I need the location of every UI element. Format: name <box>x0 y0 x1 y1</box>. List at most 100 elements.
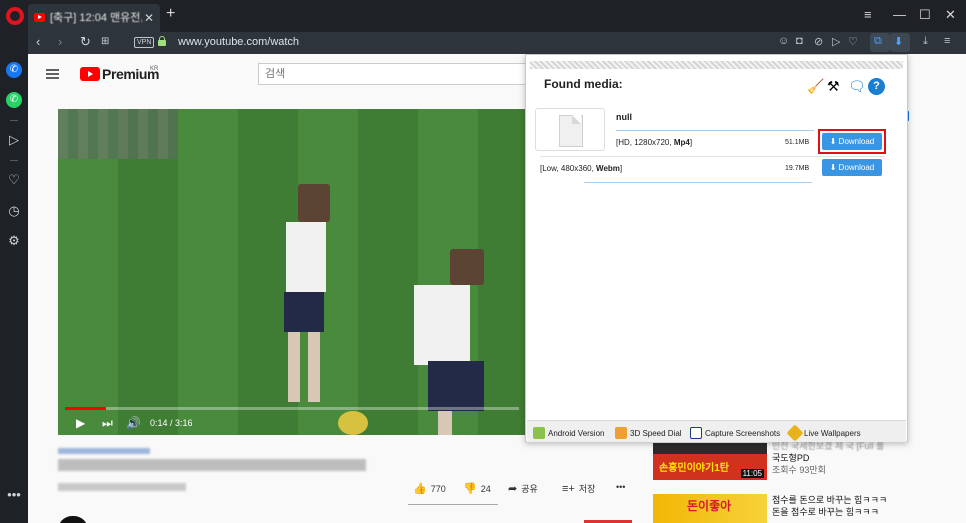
popup-footer: Android Version 3D Speed Dial Capture Sc… <box>527 420 906 442</box>
like-ratio-bar <box>408 504 498 505</box>
video-player[interactable]: ▶ ⏭ 🔊 0:14 / 3:16 <box>58 109 526 435</box>
youtube-logo-icon[interactable] <box>80 67 100 81</box>
popup-drag-strip <box>530 61 903 69</box>
related-item[interactable]: 반전 국세한보겠 제 국 [Full 풀 국도형PD 조회수 93만회 <box>772 440 884 476</box>
adblock-icon[interactable]: ⊘ <box>814 35 823 48</box>
sidebar-divider <box>10 160 18 161</box>
clean-broom-icon[interactable]: 🧹 <box>807 78 824 95</box>
volume-button[interactable]: 🔊 <box>126 416 141 430</box>
row-separator <box>616 130 814 131</box>
maximize-button[interactable]: ☐ <box>919 7 931 23</box>
youtube-favicon-icon <box>34 13 45 22</box>
related-thumbnail[interactable]: 손흥민이야기1탄 11:05 <box>653 443 767 480</box>
bookmarks-heart-icon[interactable]: ♡ <box>6 172 22 188</box>
search-input[interactable] <box>258 63 528 85</box>
save-button[interactable]: ≡+ 저장 <box>562 482 595 495</box>
bookmark-heart-icon[interactable]: ♡ <box>848 35 858 48</box>
video-time: 0:14 / 3:16 <box>150 418 193 428</box>
media-size-low: 19.7MB <box>785 165 810 172</box>
like-button[interactable]: 👍 770 <box>413 482 446 495</box>
view-count <box>58 483 186 491</box>
tools-icon[interactable]: ⚒ <box>827 78 840 95</box>
related-title: 점수를 돈으로 바꾸는 힘ㅋㅋㅋ <box>772 495 888 505</box>
row-separator <box>540 156 885 157</box>
tab-bar: [축구] 12:04 맨유전, 경기 ✕ + ≡ — ☐ ✕ <box>0 0 966 32</box>
media-format-low: [Low, 480x360, Webm] <box>540 164 623 173</box>
guide-menu-icon[interactable] <box>46 69 59 79</box>
opera-sidebar: ✆ ✆ ▷ ♡ ◷ ⚙ ••• <box>0 32 28 523</box>
play-button[interactable]: ▶ <box>76 416 85 430</box>
close-window-button[interactable]: ✕ <box>945 7 956 23</box>
flow-send-icon[interactable]: ▷ <box>6 132 22 148</box>
tab-title: [축구] 12:04 맨유전, 경기 <box>50 12 142 24</box>
easy-setup-icon[interactable]: ≡ <box>944 35 950 47</box>
feedback-chat-icon[interactable]: 🗨 <box>848 78 866 95</box>
download-highlight-box <box>818 129 886 154</box>
thumbs-up-icon: 👍 <box>413 483 427 495</box>
tab-youtube[interactable]: [축구] 12:04 맨유전, 경기 ✕ <box>28 4 160 32</box>
share-arrow-icon: ➦ <box>508 483 518 495</box>
video-progress-fill <box>65 407 106 410</box>
channel-avatar[interactable] <box>58 516 88 523</box>
reload-button[interactable]: ↻ <box>80 34 91 50</box>
minimize-button[interactable]: — <box>893 7 906 22</box>
downloads-icon[interactable]: ⤓ <box>923 35 928 48</box>
video-progress-bar[interactable] <box>65 407 519 410</box>
whatsapp-icon[interactable]: ✆ <box>6 92 22 108</box>
speed-dial-icon[interactable]: ⊞ <box>101 36 109 47</box>
history-clock-icon[interactable]: ◷ <box>6 203 22 219</box>
video-downloader-popup: Found media: 🧹 ⚒ 🗨 ? null [HD, 1280x720,… <box>525 54 908 442</box>
video-ball <box>338 411 368 435</box>
url-field[interactable]: www.youtube.com/watch <box>178 36 299 48</box>
messenger-icon[interactable]: ✆ <box>6 62 22 78</box>
lock-icon[interactable] <box>158 36 166 46</box>
like-count: 770 <box>430 484 446 494</box>
video-downloader-extension-icon[interactable]: ⬇ <box>894 35 903 48</box>
share-label: 공유 <box>521 484 538 494</box>
file-thumbnail-icon <box>535 108 605 151</box>
send-icon[interactable]: ▷ <box>832 35 840 48</box>
footer-screenshots-link[interactable]: Capture Screenshots <box>690 427 780 439</box>
tab-menu-icon[interactable]: ≡ <box>864 7 872 22</box>
region-code: KR <box>150 66 159 72</box>
more-actions-button[interactable]: ••• <box>616 482 625 492</box>
forward-button[interactable]: › <box>58 34 62 49</box>
help-icon[interactable]: ? <box>868 78 885 95</box>
address-bar: ‹ › ↻ ⊞ VPN www.youtube.com/watch ☺ ◘ ⊘ … <box>28 32 966 54</box>
related-title-line2: 돈을 점수로 바꾸는 힘ㅋㅋㅋ <box>772 507 879 517</box>
related-item[interactable]: 점수를 돈으로 바꾸는 힘ㅋㅋㅋ 돈을 점수로 바꾸는 힘ㅋㅋㅋ <box>772 494 887 518</box>
related-thumbnail[interactable]: 돈이좋아 <box>653 494 767 523</box>
dislike-button[interactable]: 👎 24 <box>463 482 491 495</box>
new-tab-button[interactable]: + <box>166 5 175 23</box>
hashtag-links[interactable] <box>58 448 150 454</box>
row-separator <box>584 182 812 183</box>
snapshot-icon[interactable]: ◘ <box>796 35 803 47</box>
speed-dial-house-icon <box>615 427 627 439</box>
page-right-area <box>909 54 966 442</box>
related-thumb-text: 돈이좋아 <box>687 499 732 513</box>
footer-android-link[interactable]: Android Version <box>533 427 604 439</box>
vpn-badge[interactable]: VPN <box>134 37 155 48</box>
footer-speed-dial-link[interactable]: 3D Speed Dial <box>615 427 682 439</box>
share-button[interactable]: ➦ 공유 <box>508 482 538 495</box>
related-channel: 국도형PD <box>772 453 810 463</box>
settings-gear-icon[interactable]: ⚙ <box>6 233 22 249</box>
sidebar-more-icon[interactable]: ••• <box>6 487 22 502</box>
save-label: 저장 <box>578 484 596 494</box>
android-icon <box>533 427 545 439</box>
footer-wallpapers-link[interactable]: Live Wallpapers <box>786 424 861 442</box>
translate-extension-icon[interactable]: ⧉ <box>874 35 882 48</box>
playlist-add-icon: ≡+ <box>562 483 575 495</box>
download-arrow-icon: ⬇ <box>829 163 839 172</box>
back-button[interactable]: ‹ <box>36 34 40 49</box>
next-button[interactable]: ⏭ <box>102 416 113 431</box>
download-low-button[interactable]: ⬇ Download <box>822 159 882 176</box>
tab-close-icon[interactable]: ✕ <box>144 4 154 32</box>
file-name: null <box>616 112 632 122</box>
dislike-count: 24 <box>480 484 491 494</box>
popup-title: Found media: <box>544 77 623 91</box>
opera-menu-icon[interactable] <box>6 7 24 25</box>
media-size-hd: 51.1MB <box>785 139 810 146</box>
related-meta: 조회수 93만회 <box>772 465 826 475</box>
emoji-icon[interactable]: ☺ <box>778 35 789 47</box>
